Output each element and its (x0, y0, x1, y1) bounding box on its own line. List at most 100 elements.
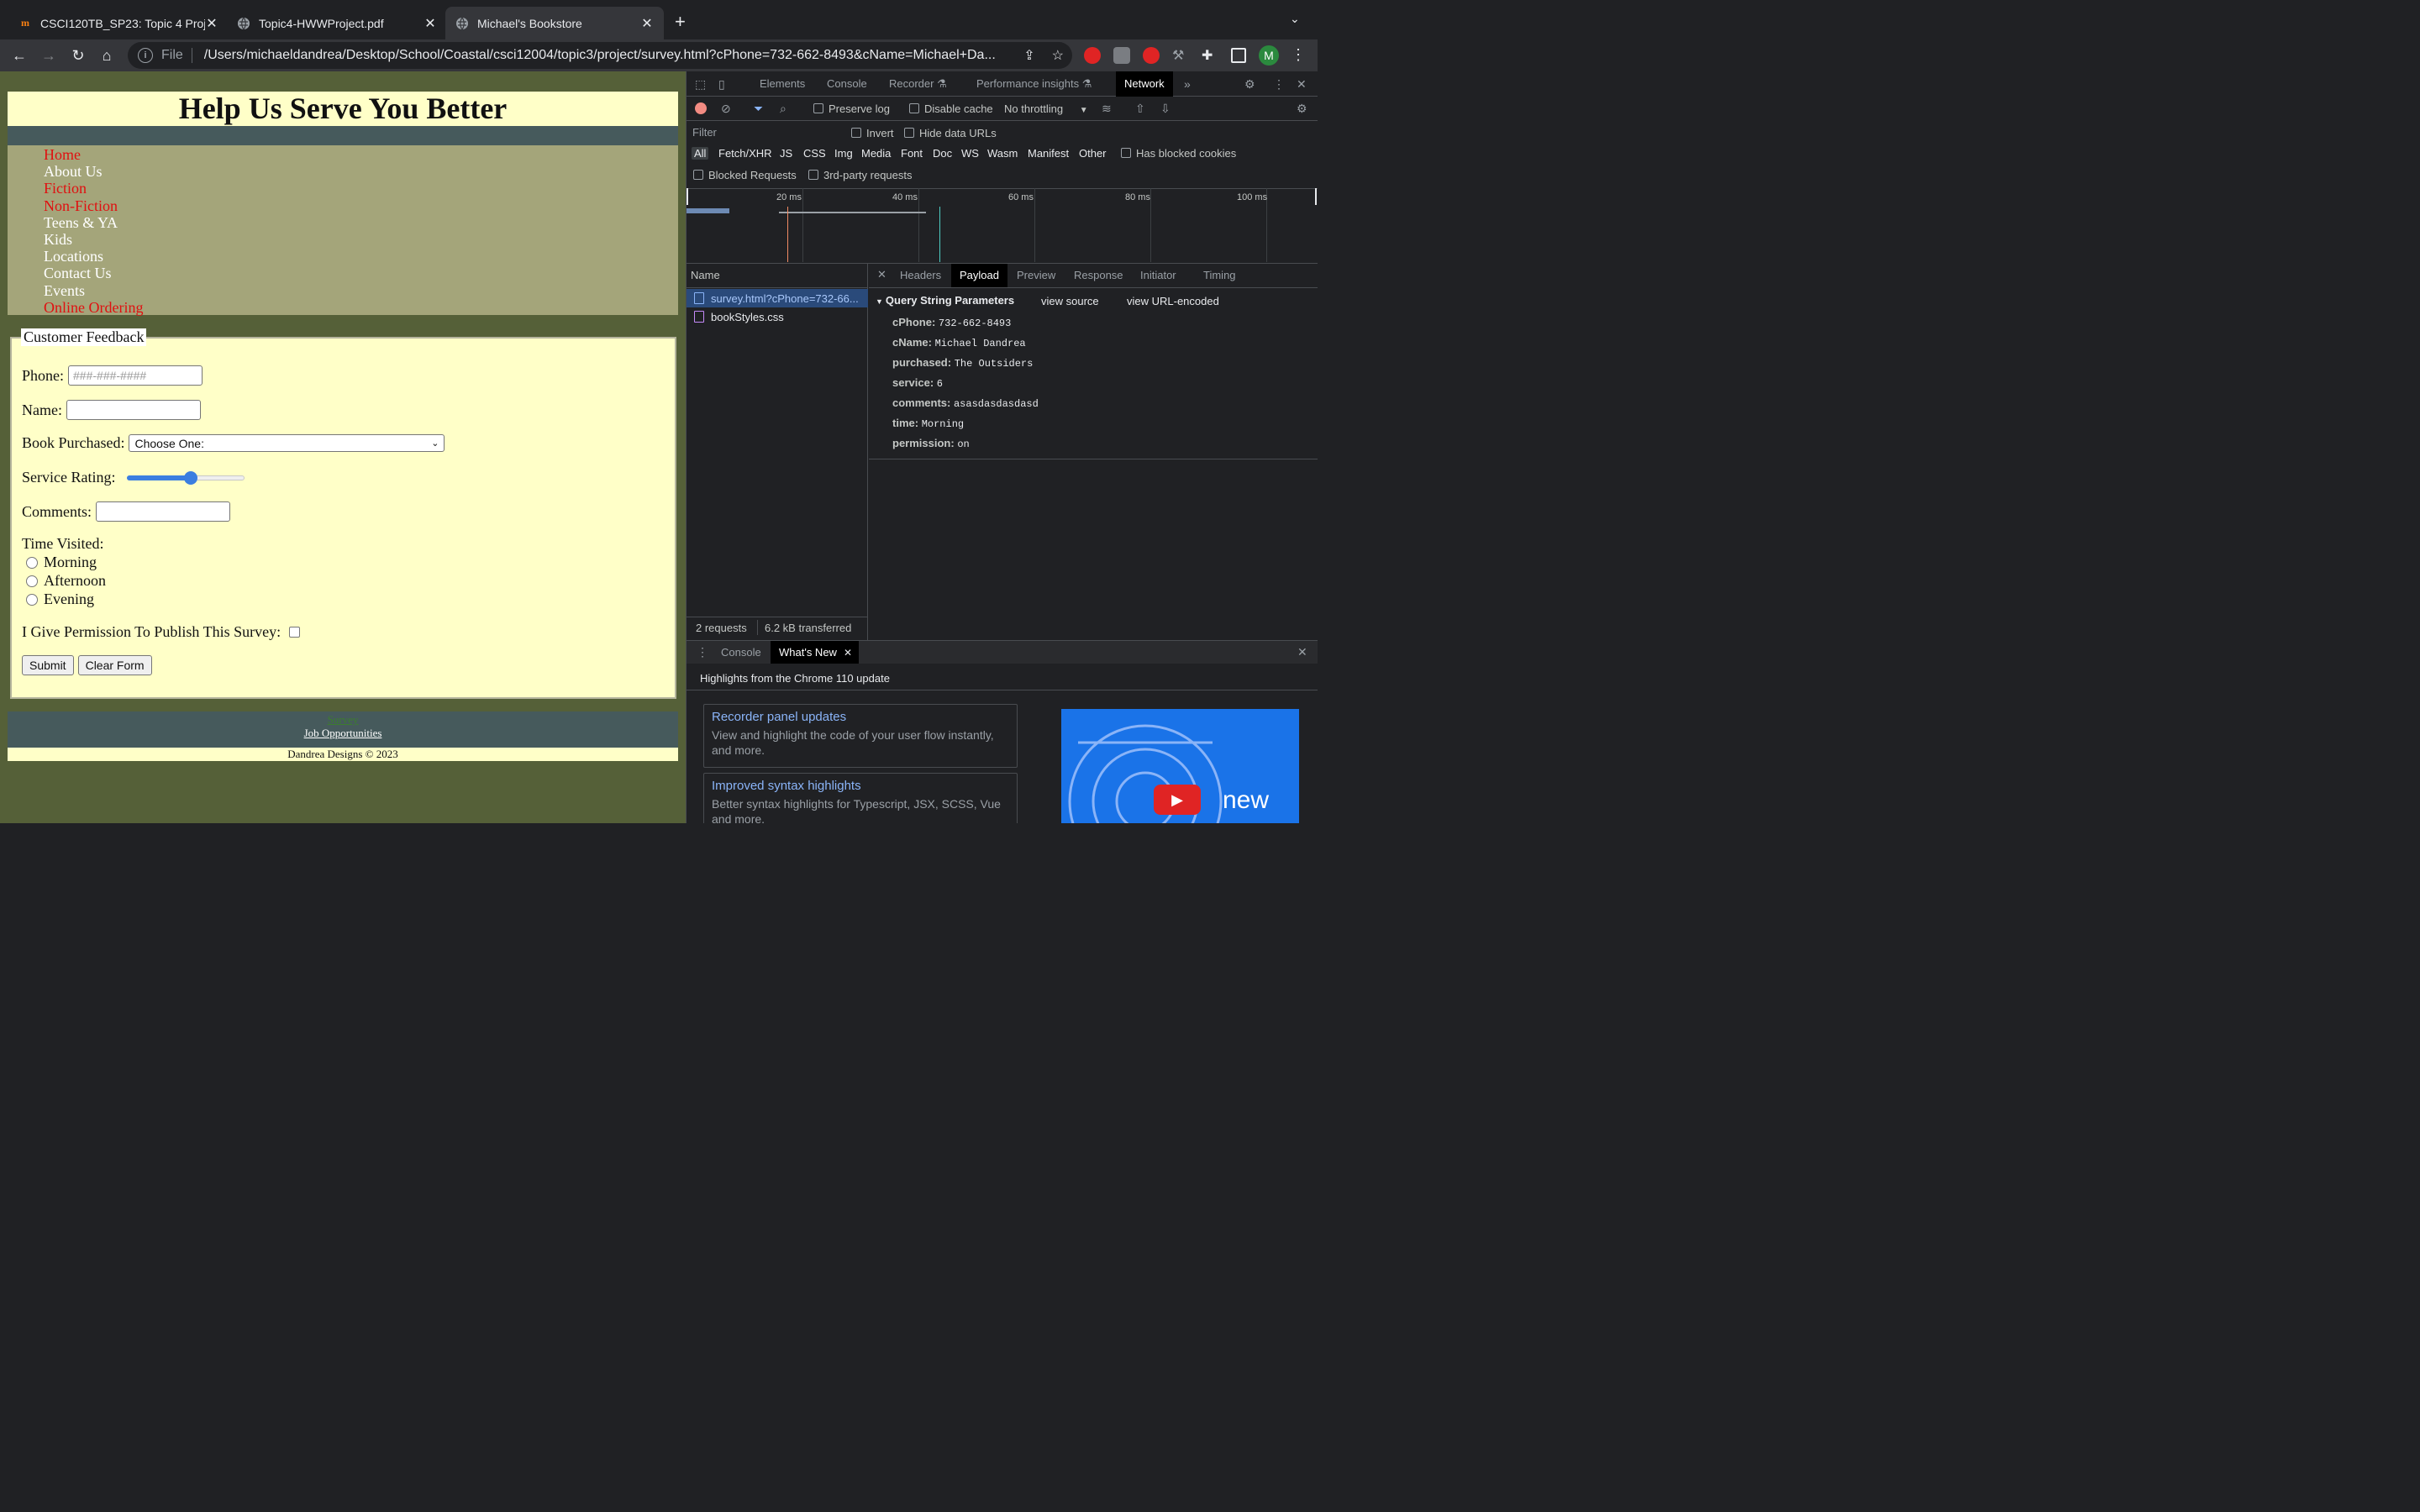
type-filter-other[interactable]: Other (1079, 147, 1107, 160)
type-filter-media[interactable]: Media (861, 147, 891, 160)
whats-new-video-thumbnail[interactable]: ▶ new (1061, 709, 1299, 823)
disable-cache-checkbox[interactable]: Disable cache (909, 102, 993, 115)
extension-adblock-icon[interactable] (1084, 47, 1101, 64)
detail-tab-response[interactable]: Response (1074, 264, 1123, 287)
extension-record-icon[interactable] (1143, 47, 1160, 64)
preserve-log-checkbox[interactable]: Preserve log (813, 102, 890, 115)
filter-icon[interactable]: ⏷ (754, 102, 763, 115)
checkbox-box[interactable] (904, 128, 914, 138)
filter-input[interactable]: Filter (688, 124, 838, 141)
back-icon[interactable]: ← (8, 45, 30, 66)
throttling-select[interactable]: No throttling ▼ (1004, 102, 1088, 115)
detail-tab-headers[interactable]: Headers (900, 264, 941, 287)
hide-data-urls-checkbox[interactable]: Hide data URLs (904, 127, 997, 139)
view-source-link[interactable]: view source (1041, 295, 1099, 307)
reload-icon[interactable]: ↻ (67, 45, 89, 66)
detail-tab-payload[interactable]: Payload (951, 264, 1007, 287)
extensions-puzzle-icon[interactable]: ✚ (1202, 47, 1218, 64)
browser-tab-1[interactable]: m CSCI120TB_SP23: Topic 4 Proj ✕ (8, 7, 229, 39)
extension-tool-icon[interactable]: ⚒ (1172, 47, 1189, 64)
network-conditions-icon[interactable]: ≋ (1102, 102, 1112, 115)
checkbox-box[interactable] (851, 128, 861, 138)
type-filter-js[interactable]: JS (780, 147, 792, 160)
search-icon[interactable]: ⌕ (780, 102, 786, 115)
type-filter-manifest[interactable]: Manifest (1028, 147, 1069, 160)
more-options-icon[interactable]: ⋮ (1273, 77, 1285, 91)
close-devtools-icon[interactable]: ✕ (1297, 77, 1307, 91)
service-rating-slider[interactable] (127, 470, 245, 486)
home-icon[interactable]: ⌂ (96, 45, 118, 66)
detail-tab-initiator[interactable]: Initiator (1140, 264, 1176, 287)
nav-link-about[interactable]: About Us (44, 163, 143, 180)
comments-input[interactable] (96, 501, 231, 522)
radio-afternoon[interactable] (26, 575, 38, 587)
browser-tab-2[interactable]: Topic4-HWWProject.pdf ✕ (227, 7, 447, 39)
card-title[interactable]: Recorder panel updates (712, 710, 1009, 724)
type-filter-wasm[interactable]: Wasm (987, 147, 1018, 160)
address-bar[interactable]: i File /Users/michaeldandrea/Desktop/Sch… (128, 42, 1072, 69)
settings-gear-icon[interactable]: ⚙ (1244, 77, 1255, 91)
extension-icon[interactable] (1113, 47, 1130, 64)
submit-button[interactable]: Submit (22, 655, 74, 675)
third-party-checkbox[interactable]: 3rd-party requests (808, 169, 913, 181)
tab-search-icon[interactable]: ⌄ (1290, 12, 1300, 26)
footer-link-survey[interactable]: Survey (8, 713, 678, 727)
drawer-tab-console[interactable]: Console (721, 641, 761, 664)
type-filter-css[interactable]: CSS (803, 147, 826, 160)
checkbox-box[interactable] (693, 170, 703, 180)
name-input[interactable] (66, 400, 201, 420)
has-blocked-cookies-checkbox[interactable]: Has blocked cookies (1121, 147, 1236, 160)
clear-icon[interactable]: ⊘ (721, 102, 731, 115)
nav-link-nonfiction[interactable]: Non-Fiction (44, 197, 143, 214)
checkbox-box[interactable] (1121, 148, 1131, 158)
request-row[interactable]: bookStyles.css (687, 307, 868, 326)
info-icon[interactable]: i (138, 48, 153, 63)
slider-thumb[interactable] (184, 470, 198, 485)
close-tab-icon[interactable]: ✕ (424, 15, 437, 32)
type-filter-ws[interactable]: WS (961, 147, 979, 160)
blocked-requests-checkbox[interactable]: Blocked Requests (693, 169, 797, 181)
invert-checkbox[interactable]: Invert (851, 127, 894, 139)
card-title[interactable]: Improved syntax highlights (712, 779, 1009, 793)
type-filter-fetch[interactable]: Fetch/XHR (718, 147, 772, 160)
type-filter-all[interactable]: All (692, 147, 709, 160)
profile-avatar[interactable]: M (1259, 45, 1279, 66)
clear-form-button[interactable]: Clear Form (77, 655, 152, 675)
permission-checkbox[interactable] (289, 627, 301, 638)
close-tab-icon[interactable]: ✕ (640, 15, 654, 32)
device-toolbar-icon[interactable]: ▯ (718, 77, 725, 91)
request-row[interactable]: survey.html?cPhone=732-66... (687, 289, 868, 307)
share-icon[interactable]: ⇪ (1023, 47, 1034, 64)
browser-tab-3[interactable]: Michael's Bookstore ✕ (445, 7, 664, 39)
tab-elements[interactable]: Elements (760, 71, 805, 97)
nav-link-ordering[interactable]: Online Ordering (44, 299, 143, 316)
tab-performance-insights[interactable]: Performance insights ⚗ (976, 71, 1092, 97)
whats-new-card[interactable]: Improved syntax highlights Better syntax… (703, 773, 1018, 823)
close-tab-icon[interactable]: ✕ (205, 15, 218, 32)
query-string-section[interactable]: ▼ Query String Parameters (876, 294, 1014, 307)
close-detail-icon[interactable]: ✕ (877, 268, 886, 281)
browser-menu-icon[interactable]: ⋮ (1291, 46, 1307, 63)
more-tabs-icon[interactable]: » (1184, 77, 1191, 91)
radio-evening[interactable] (26, 593, 38, 606)
record-icon[interactable] (695, 102, 707, 114)
close-tab-icon[interactable]: ✕ (844, 646, 852, 659)
side-panel-icon[interactable] (1231, 48, 1246, 63)
nav-link-locations[interactable]: Locations (44, 248, 143, 265)
type-filter-doc[interactable]: Doc (933, 147, 952, 160)
close-drawer-icon[interactable]: ✕ (1297, 645, 1307, 659)
checkbox-box[interactable] (813, 103, 823, 113)
whats-new-card[interactable]: Recorder panel updates View and highligh… (703, 704, 1018, 768)
book-select[interactable]: Choose One: ⌄ (129, 434, 445, 452)
tab-recorder[interactable]: Recorder ⚗ (889, 71, 947, 97)
range-handle[interactable] (687, 188, 688, 205)
checkbox-box[interactable] (909, 103, 919, 113)
view-url-encoded-link[interactable]: view URL-encoded (1127, 295, 1219, 307)
export-har-icon[interactable]: ⇩ (1160, 102, 1171, 115)
network-settings-icon[interactable]: ⚙ (1297, 102, 1307, 115)
checkbox-box[interactable] (808, 170, 818, 180)
nav-link-fiction[interactable]: Fiction (44, 180, 143, 197)
detail-tab-preview[interactable]: Preview (1017, 264, 1055, 287)
nav-link-teens[interactable]: Teens & YA (44, 214, 143, 231)
detail-tab-timing[interactable]: Timing (1203, 264, 1236, 287)
